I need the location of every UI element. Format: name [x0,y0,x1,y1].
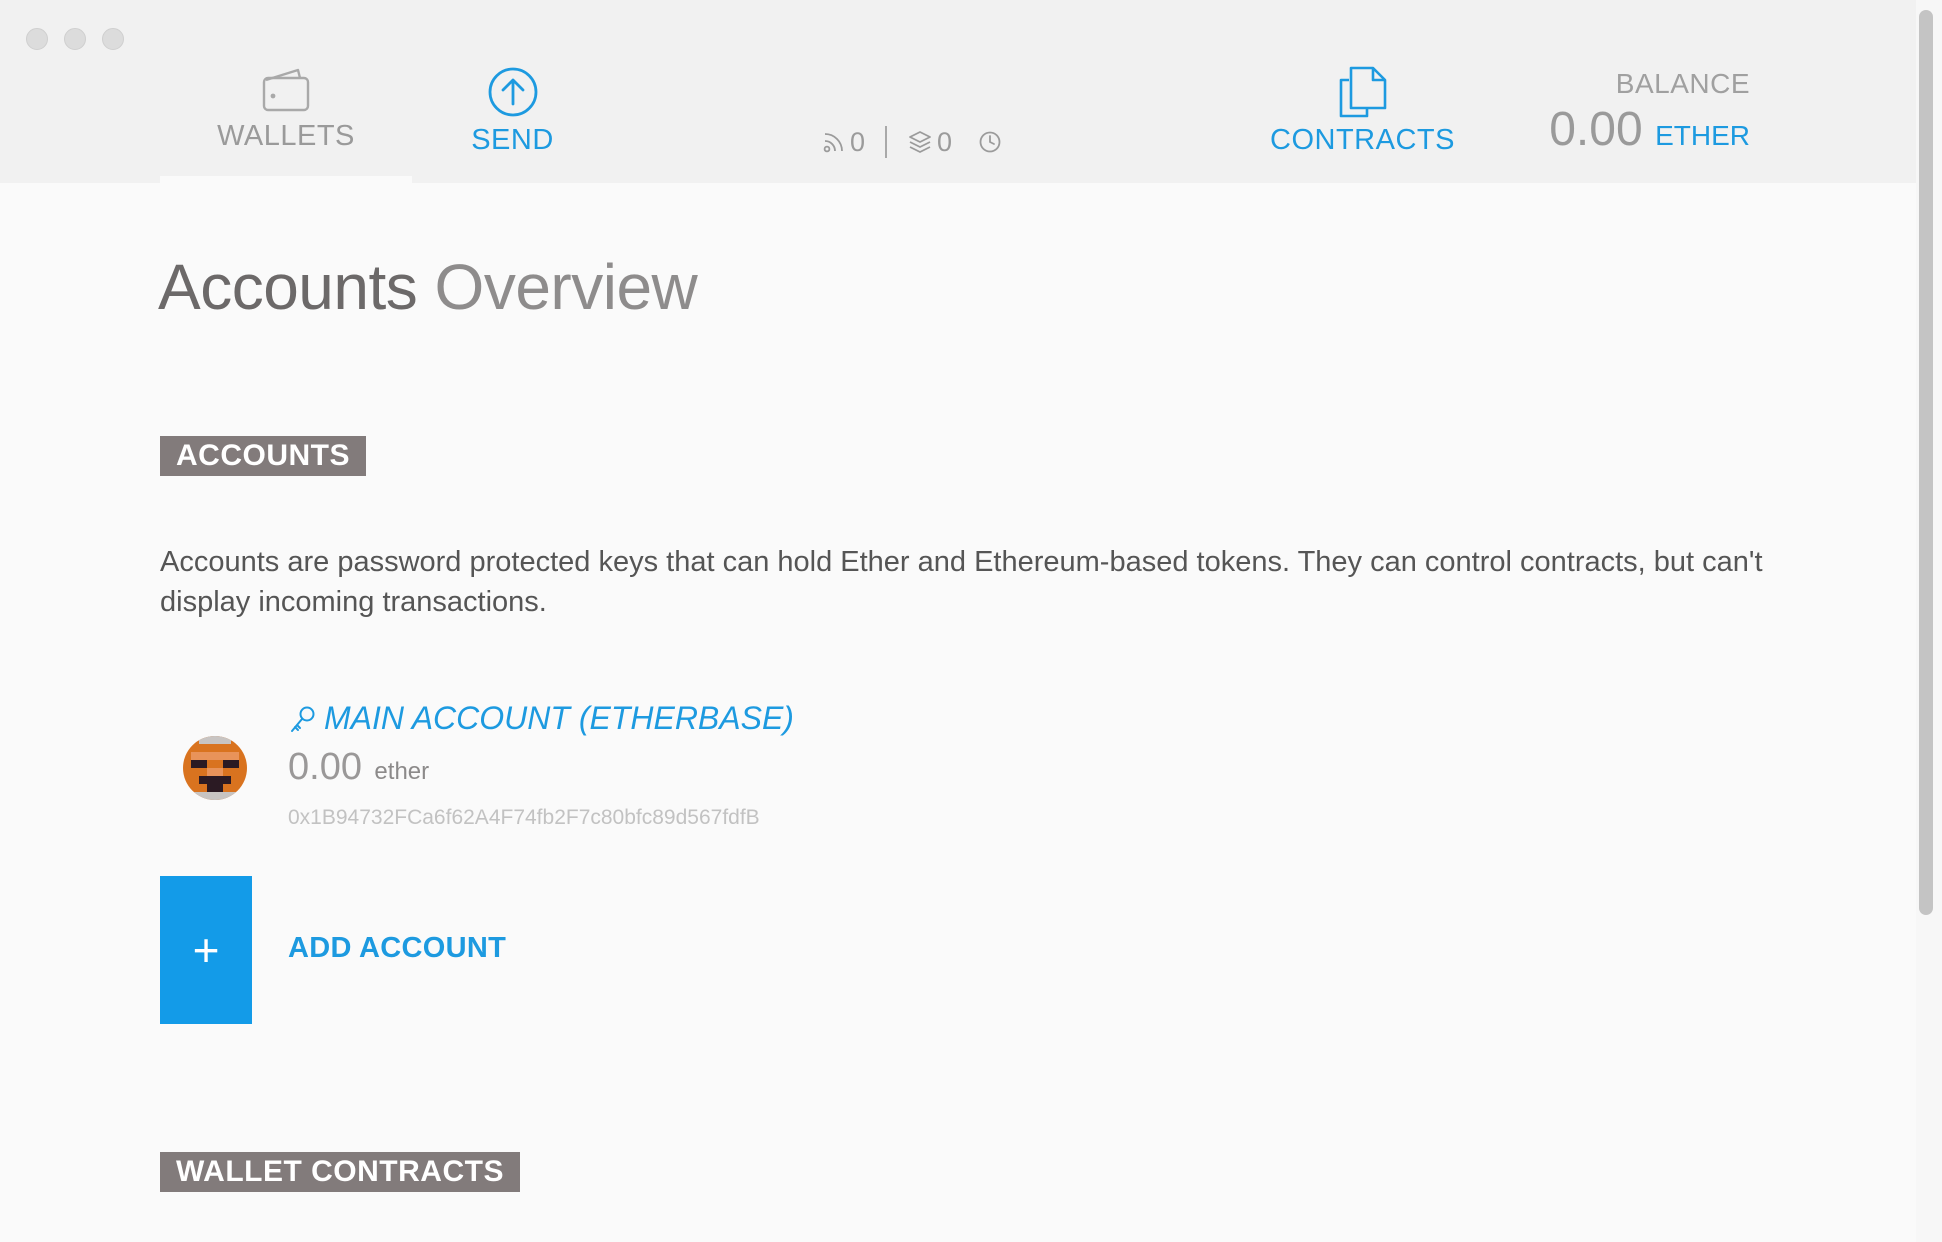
account-address: 0x1B94732FCa6f62A4F74fb2F7c80bfc89d567fd… [288,806,760,829]
balance-amount: 0.00 [1549,103,1643,156]
key-icon [291,706,315,732]
identicon-icon [183,736,247,800]
blocks-stat: 0 [907,127,952,158]
account-balance-amount: 0.00 [288,746,362,788]
app-window: WALLETS SEND 0 0 CONTRACTS BALANCE 0.00 … [0,0,1942,1242]
last-block-time [978,130,1002,154]
nav-contracts-label: CONTRACTS [1270,124,1455,156]
balance-title: BALANCE [1615,68,1750,99]
peers-stat: 0 [822,127,865,158]
balance-unit[interactable]: ETHER [1655,120,1750,151]
account-name-label: MAIN ACCOUNT (ETHERBASE) [324,700,794,736]
page-title-light: Overview [434,251,698,323]
total-balance: BALANCE 0.00 ETHER [1549,68,1750,157]
close-window-button[interactable] [26,28,48,50]
nav-wallets[interactable]: WALLETS [160,66,412,183]
account-item[interactable]: MAIN ACCOUNT (ETHERBASE) 0.00 ether 0x1B… [160,700,960,840]
add-account-button[interactable]: + [160,876,252,1024]
nav-contracts[interactable]: CONTRACTS [1265,66,1460,157]
signal-icon [823,133,843,153]
nav-send-label: SEND [471,124,554,156]
scrollbar-thumb[interactable] [1919,10,1933,915]
blocks-count: 0 [937,126,953,157]
window-controls [26,28,124,50]
wallet-icon [262,68,310,112]
account-balance: 0.00 ether [288,746,429,789]
status-separator [885,126,888,158]
add-account-label[interactable]: ADD ACCOUNT [288,932,506,965]
status-bar: 0 0 [822,124,1002,160]
avatar [183,736,247,800]
balance-row: 0.00 ETHER [1549,102,1750,157]
account-name[interactable]: MAIN ACCOUNT (ETHERBASE) [288,700,794,737]
page-title: Accounts Overview [158,250,698,324]
account-balance-unit: ether [374,758,430,785]
plus-icon: + [192,924,220,976]
layers-icon [909,131,931,153]
page-title-strong: Accounts [158,251,418,323]
maximize-window-button[interactable] [102,28,124,50]
accounts-section-tag: ACCOUNTS [160,436,366,476]
wallet-contracts-section-tag: WALLET CONTRACTS [160,1152,520,1192]
clock-icon [979,131,1001,153]
peers-count: 0 [850,126,866,157]
documents-icon [1339,66,1386,118]
active-tab-indicator [160,176,412,183]
nav-wallets-label: WALLETS [217,120,355,152]
nav-send[interactable]: SEND [440,66,585,157]
arrow-up-circle-icon [488,67,537,117]
header: WALLETS SEND 0 0 CONTRACTS BALANCE 0.00 … [0,0,1916,183]
minimize-window-button[interactable] [64,28,86,50]
accounts-description: Accounts are password protected keys tha… [160,546,1763,618]
